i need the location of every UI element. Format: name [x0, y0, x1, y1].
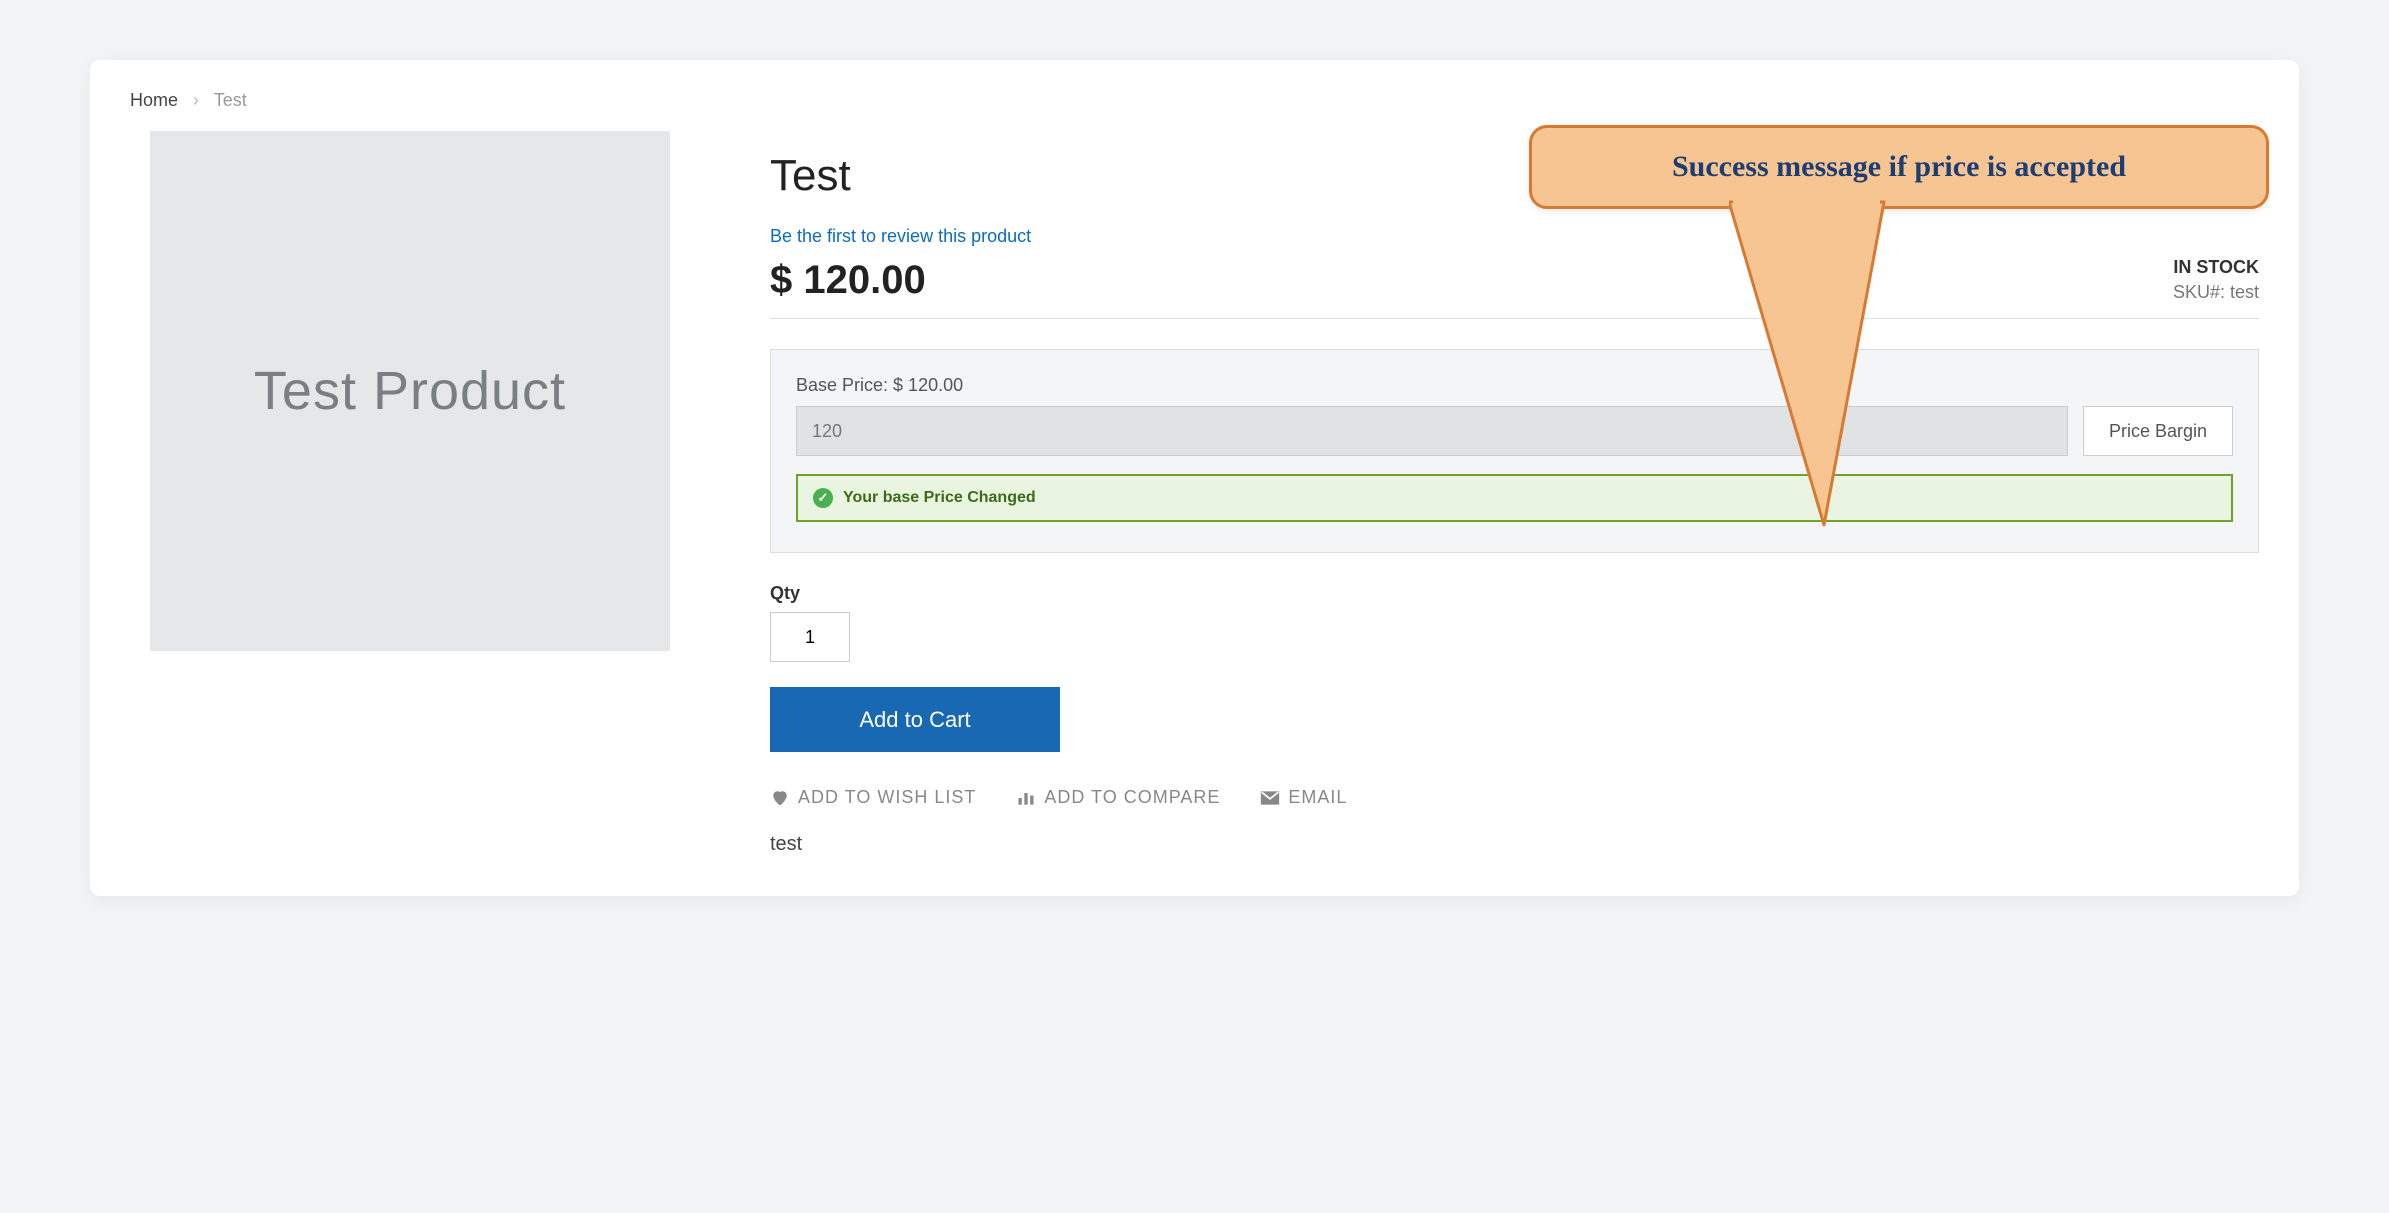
success-message-text: Your base Price Changed [843, 489, 1036, 507]
review-link[interactable]: Be the first to review this product [770, 226, 1031, 247]
product-info: Test Be the first to review this product… [770, 131, 2259, 856]
breadcrumb-current: Test [214, 90, 247, 110]
success-message: ✓ Your base Price Changed [796, 474, 2233, 522]
stock-status: IN STOCK [2173, 257, 2259, 278]
product-description: test [770, 833, 2259, 856]
price-stock-row: $ 120.00 IN STOCK SKU#: test [770, 257, 2259, 319]
bargain-section: Base Price: $ 120.00 Price Bargin ✓ Your… [770, 349, 2259, 553]
stock-info: IN STOCK SKU#: test [2173, 257, 2259, 303]
wishlist-label: ADD TO WISH LIST [798, 787, 976, 808]
mail-icon [1260, 788, 1280, 808]
base-price-label: Base Price: $ 120.00 [796, 375, 2233, 396]
product-image-text: Test Product [254, 360, 566, 422]
sku-value: test [2230, 282, 2259, 302]
email-link[interactable]: EMAIL [1260, 787, 1347, 808]
product-content: Test Product Test Be the first to review… [130, 131, 2259, 856]
wishlist-link[interactable]: ADD TO WISH LIST [770, 787, 976, 808]
qty-input[interactable] [770, 612, 850, 662]
breadcrumb: Home › Test [130, 90, 2259, 111]
product-actions: ADD TO WISH LIST ADD TO COMPARE EMAIL [770, 787, 2259, 808]
bar-chart-icon [1016, 788, 1036, 808]
heart-icon [770, 788, 790, 808]
sku-label: SKU#: [2173, 282, 2225, 302]
bargain-row: Price Bargin [796, 406, 2233, 456]
product-image-placeholder: Test Product [150, 131, 670, 651]
check-icon: ✓ [813, 488, 833, 508]
breadcrumb-home[interactable]: Home [130, 90, 178, 110]
product-price: $ 120.00 [770, 258, 926, 303]
chevron-right-icon: › [193, 90, 199, 110]
compare-link[interactable]: ADD TO COMPARE [1016, 787, 1220, 808]
add-to-cart-button[interactable]: Add to Cart [770, 687, 1060, 752]
bargain-price-input[interactable] [796, 406, 2068, 456]
qty-label: Qty [770, 583, 2259, 604]
compare-label: ADD TO COMPARE [1044, 787, 1220, 808]
product-title: Test [770, 151, 2259, 201]
product-media: Test Product [130, 131, 690, 856]
sku-row: SKU#: test [2173, 282, 2259, 303]
product-page-card: Success message if price is accepted Hom… [90, 60, 2299, 896]
bargain-button[interactable]: Price Bargin [2083, 406, 2233, 456]
email-label: EMAIL [1288, 787, 1347, 808]
